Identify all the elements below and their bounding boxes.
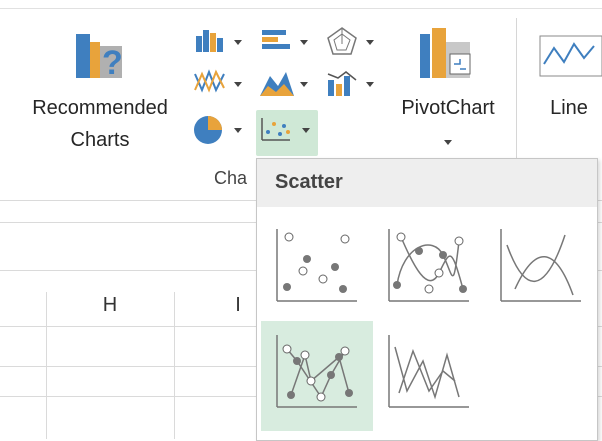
combo-chart-icon: [327, 71, 357, 96]
gallery-title: Scatter: [275, 171, 343, 193]
waterfall-line-icon: [194, 69, 225, 93]
svg-text:?: ?: [102, 44, 123, 82]
recommended-charts-label-line2: Charts: [70, 129, 130, 151]
stock-chart-button[interactable]: [192, 66, 252, 102]
area-chart-button[interactable]: [258, 66, 318, 102]
scatter-smooth-lines-markers-option[interactable]: [373, 215, 485, 325]
sparkline-line-icon: [539, 35, 602, 77]
recommended-charts-button[interactable]: ?: [62, 22, 138, 92]
recommended-charts-icon: ?: [76, 34, 123, 82]
scatter-smooth-lines-icon: [500, 229, 581, 302]
area-chart-icon: [260, 72, 294, 96]
pivotchart-icon: [420, 28, 471, 78]
bar-chart-button[interactable]: [258, 24, 318, 60]
recommended-charts-label-line1: Recommended: [32, 97, 168, 119]
charts-group-label: Cha: [214, 168, 248, 188]
scatter-smooth-lines-markers-icon: [388, 229, 469, 302]
bar-chart-icon: [262, 30, 290, 49]
ribbon-top-border: [0, 8, 602, 9]
pivotchart-dropdown-caret[interactable]: [444, 140, 452, 145]
combo-chart-button[interactable]: [324, 66, 384, 102]
line-sparkline-label: Line: [550, 97, 588, 119]
scatter-smooth-lines-option[interactable]: [485, 215, 597, 325]
radar-chart-button[interactable]: [324, 24, 384, 60]
scatter-chart-button[interactable]: [256, 110, 318, 156]
scatter-gallery-dropdown: Scatter: [256, 158, 598, 441]
scatter-markers-icon: [276, 229, 357, 302]
column-chart-button[interactable]: [192, 24, 252, 60]
scatter-straight-lines-markers-icon: [276, 335, 357, 408]
column-chart-icon: [196, 30, 223, 52]
column-header-h[interactable]: H: [46, 294, 174, 317]
scatter-markers-option[interactable]: [261, 215, 373, 325]
radar-chart-icon: [327, 27, 357, 55]
pie-chart-icon: [194, 116, 222, 144]
scatter-straight-lines-icon: [388, 335, 469, 408]
scatter-straight-lines-markers-option[interactable]: [261, 321, 373, 431]
gallery-header: Scatter: [257, 159, 597, 207]
sparkline-line-button[interactable]: [536, 28, 602, 88]
scatter-straight-lines-option[interactable]: [373, 321, 485, 431]
pivotchart-label: PivotChart: [401, 97, 495, 119]
pivotchart-button[interactable]: [410, 24, 486, 92]
pie-chart-button[interactable]: [192, 112, 252, 148]
